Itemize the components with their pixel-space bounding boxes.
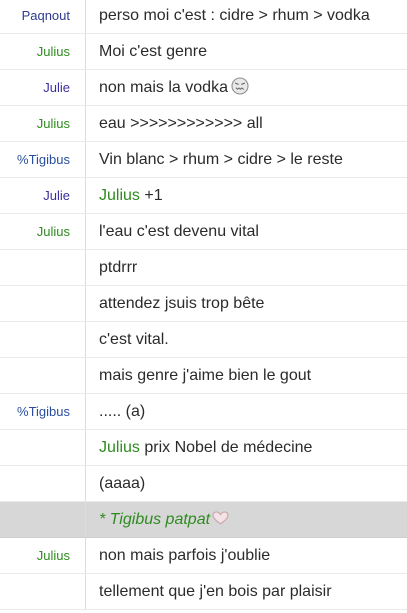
chat-row: Julius prix Nobel de médecine	[0, 430, 407, 466]
message-text: ptdrrr	[99, 259, 138, 276]
message-text: non mais parfois j'oublie	[99, 547, 271, 564]
message-text: non mais la vodka	[99, 79, 228, 96]
nickname	[0, 286, 86, 321]
message-text: l'eau c'est devenu vital	[99, 223, 259, 240]
chat-row-action: * Tigibus patpat	[0, 502, 407, 538]
user-mention[interactable]: Julius	[99, 187, 140, 204]
chat-row: Paqnout perso moi c'est : cidre > rhum >…	[0, 0, 407, 34]
chat-row: ptdrrr	[0, 250, 407, 286]
chat-row: Julie non mais la vodka	[0, 70, 407, 106]
message-text: tellement que j'en bois par plaisir	[99, 583, 332, 600]
nickname	[0, 574, 86, 609]
nickname[interactable]: Julius	[0, 34, 86, 69]
heart-icon	[212, 503, 229, 537]
nickname	[0, 466, 86, 501]
disgusted-face-icon	[231, 73, 249, 105]
chat-row: c'est vital.	[0, 322, 407, 358]
chat-log: Paqnout perso moi c'est : cidre > rhum >…	[0, 0, 407, 610]
nickname	[0, 430, 86, 465]
nickname[interactable]: %Tigibus	[0, 394, 86, 429]
nickname[interactable]: Julius	[0, 106, 86, 141]
nickname[interactable]: %Tigibus	[0, 142, 86, 177]
message-text: mais genre j'aime bien le gout	[99, 367, 312, 384]
chat-row: tellement que j'en bois par plaisir	[0, 574, 407, 610]
message-text: attendez jsuis trop bête	[99, 295, 265, 312]
nickname	[0, 322, 86, 357]
chat-row: %Tigibus Vin blanc > rhum > cidre > le r…	[0, 142, 407, 178]
chat-row: Julius eau >>>>>>>>>>>> all	[0, 106, 407, 142]
action-text: * Tigibus patpat	[99, 511, 211, 528]
nickname[interactable]: Julie	[0, 70, 86, 105]
chat-row: %Tigibus ..... (a)	[0, 394, 407, 430]
chat-row: Julius l'eau c'est devenu vital	[0, 214, 407, 250]
user-mention[interactable]: Julius	[99, 439, 140, 456]
message-text: +1	[139, 187, 163, 204]
nickname[interactable]: Julius	[0, 214, 86, 249]
message-text: Moi c'est genre	[99, 43, 207, 60]
chat-row: Julius Moi c'est genre	[0, 34, 407, 70]
nickname[interactable]: Julie	[0, 178, 86, 213]
chat-row: Julius non mais parfois j'oublie	[0, 538, 407, 574]
message-text: eau >>>>>>>>>>>> all	[99, 115, 263, 132]
message-text: perso moi c'est : cidre > rhum > vodka	[99, 7, 370, 24]
nickname	[0, 250, 86, 285]
message-text: Vin blanc > rhum > cidre > le reste	[99, 151, 343, 168]
chat-row: (aaaa)	[0, 466, 407, 502]
chat-row: mais genre j'aime bien le gout	[0, 358, 407, 394]
nickname	[0, 502, 86, 537]
message-text: ..... (a)	[99, 403, 146, 420]
message-text: c'est vital.	[99, 331, 169, 348]
nickname	[0, 358, 86, 393]
chat-row: attendez jsuis trop bête	[0, 286, 407, 322]
chat-row: Julie Julius +1	[0, 178, 407, 214]
message-text: prix Nobel de médecine	[139, 439, 313, 456]
message-text: (aaaa)	[99, 475, 146, 492]
nickname[interactable]: Paqnout	[0, 0, 86, 33]
nickname[interactable]: Julius	[0, 538, 86, 573]
